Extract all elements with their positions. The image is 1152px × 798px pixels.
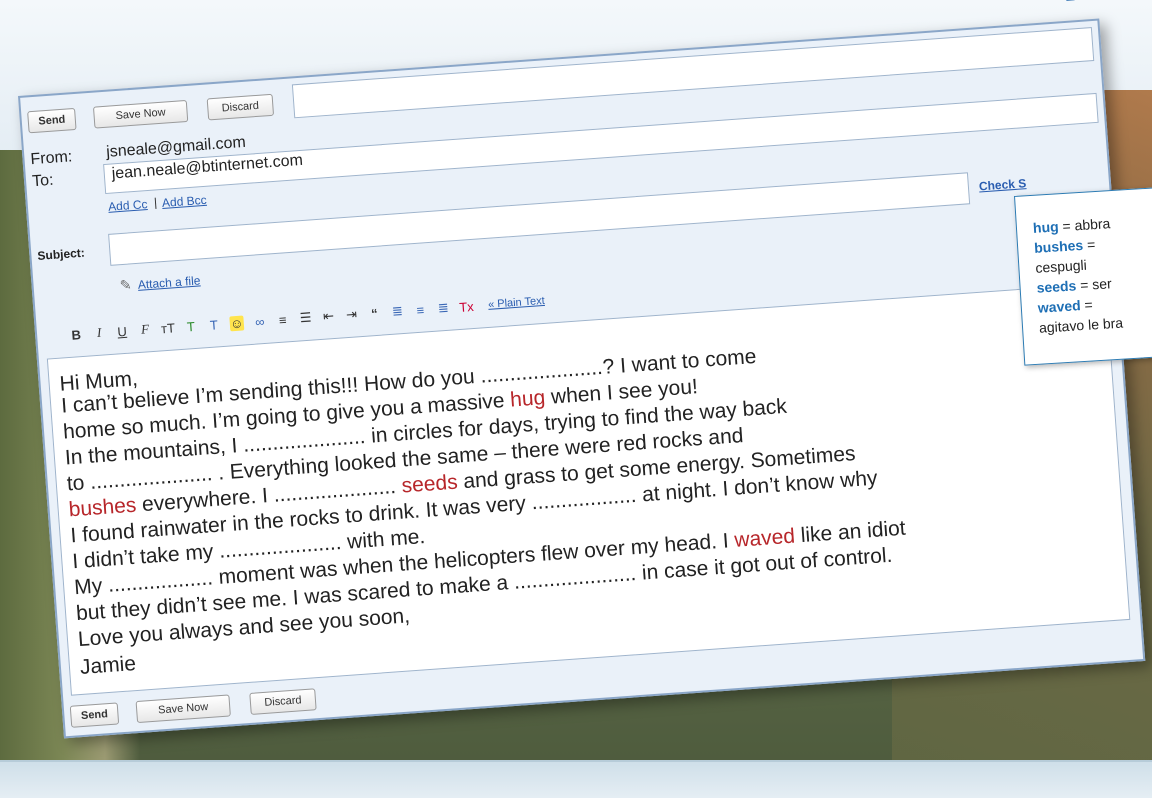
vocab-entry: hug = abbra <box>1032 215 1111 236</box>
message-body[interactable]: Hi Mum, I can’t believe I’m sending this… <box>46 282 1131 696</box>
save-now-button-bottom[interactable]: Save Now <box>135 694 231 724</box>
highlight-icon[interactable]: T <box>206 317 221 333</box>
vocab-word-hug: hug <box>509 386 546 412</box>
save-now-button-top[interactable]: Save Now <box>92 99 189 129</box>
vocab-word-seeds: seeds <box>400 470 459 498</box>
link-icon[interactable]: ∞ <box>252 313 267 329</box>
vocab-entry: bushes = <box>1033 236 1096 256</box>
signature: Jamie <box>79 652 137 679</box>
remove-formatting-icon[interactable]: Tx <box>459 298 474 314</box>
vocabulary-box: hug = abbra bushes = cespugli seeds = se… <box>1014 186 1152 366</box>
check-spelling-link[interactable]: Check S <box>978 176 1026 193</box>
bottom-strip <box>0 760 1152 798</box>
subject-label: Subject: <box>36 245 86 263</box>
to-label: To: <box>31 171 55 191</box>
emoticon-icon[interactable]: ☺ <box>229 314 245 331</box>
vocab-word-bushes: bushes <box>67 493 138 522</box>
align-right-icon[interactable]: ≣ <box>436 300 451 317</box>
vocab-word-waved: waved <box>733 524 796 552</box>
bold-icon[interactable]: B <box>69 326 84 343</box>
paperclip-icon: ✎ <box>119 276 133 294</box>
from-label: From: <box>29 148 73 169</box>
text-color-icon[interactable]: T <box>183 318 198 334</box>
compose-window: ⧉ Send Save Now Discard From: jsneale@gm… <box>18 0 1146 739</box>
vocab-entry: waved = <box>1037 296 1094 316</box>
font-icon[interactable]: F <box>137 321 152 338</box>
vocab-entry: seeds = ser <box>1036 275 1113 296</box>
indent-less-icon[interactable]: ⇤ <box>321 308 336 325</box>
cc-bcc-separator: | <box>153 195 158 210</box>
discard-button-bottom[interactable]: Discard <box>249 688 317 715</box>
subject-input[interactable] <box>108 172 971 266</box>
attach-file-link[interactable]: Attach a file <box>137 273 201 291</box>
send-button-bottom[interactable]: Send <box>69 702 120 728</box>
font-size-icon[interactable]: тT <box>160 320 175 336</box>
plain-text-link[interactable]: « Plain Text <box>488 295 545 311</box>
discard-button-top[interactable]: Discard <box>206 93 275 121</box>
quote-icon[interactable]: “ <box>367 305 382 321</box>
vocab-entry: cespugli <box>1034 256 1088 276</box>
numbered-list-icon[interactable]: ≡ <box>275 312 290 328</box>
add-bcc-link[interactable]: Add Bcc <box>162 193 208 210</box>
align-center-icon[interactable]: ≡ <box>413 302 428 318</box>
underline-icon[interactable]: U <box>115 323 130 339</box>
vocab-entry: agitavo le bra <box>1038 314 1124 336</box>
add-cc-link[interactable]: Add Cc <box>108 197 148 214</box>
indent-more-icon[interactable]: ⇥ <box>344 306 359 323</box>
align-left-icon[interactable]: ≣ <box>390 303 405 320</box>
bulleted-list-icon[interactable]: ☰ <box>298 310 313 327</box>
send-button-top[interactable]: Send <box>27 107 77 134</box>
italic-icon[interactable]: I <box>92 324 107 341</box>
